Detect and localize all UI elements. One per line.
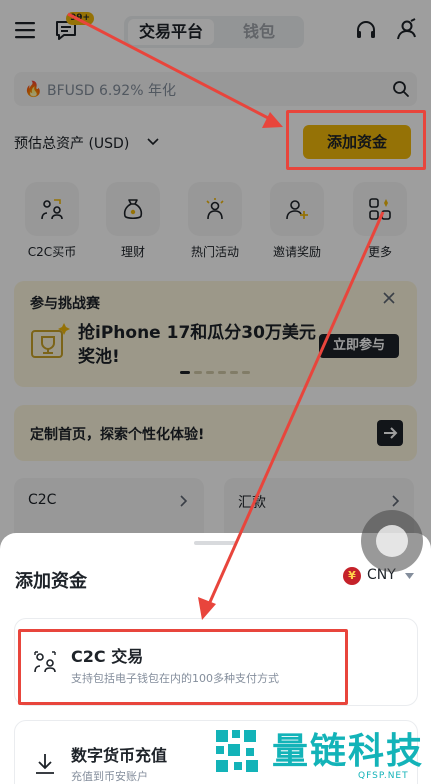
watermark-logo-icon: [216, 730, 258, 772]
caret-down-icon: [405, 573, 414, 579]
annotation-highlight-box: [18, 629, 348, 705]
download-icon: [36, 754, 54, 774]
currency-flag-icon: ¥: [343, 567, 361, 585]
option-description: 充值到币安账户: [71, 770, 148, 783]
sheet-title: 添加资金: [15, 571, 87, 592]
floating-assistive-button[interactable]: [361, 510, 423, 572]
annotation-highlight-box: [286, 110, 426, 170]
watermark-site: QFSP.NET: [358, 771, 409, 781]
sheet-drag-handle[interactable]: [194, 541, 236, 545]
watermark: 量链科技 QFSP.NET: [208, 714, 431, 784]
watermark-name: 量链科技: [272, 731, 425, 772]
assistive-button-core: [376, 525, 408, 557]
option-title: 数字货币充值: [71, 746, 168, 765]
